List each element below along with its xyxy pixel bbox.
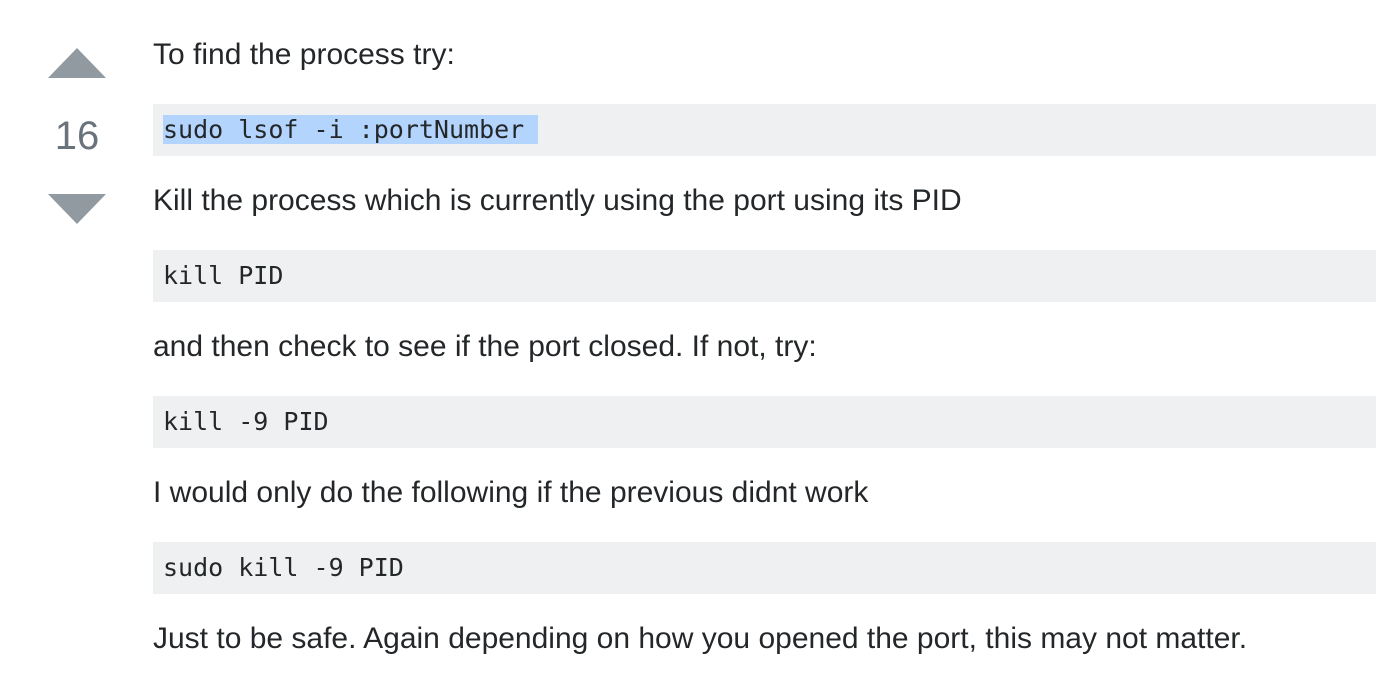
selected-code-text[interactable]: sudo lsof -i :portNumber bbox=[163, 115, 539, 144]
answer: 16 To find the process try: sudo lsof -i… bbox=[0, 0, 1376, 678]
code-block-sudo-kill: sudo kill -9 PID bbox=[153, 542, 1376, 594]
code-block-kill: kill PID bbox=[153, 250, 1376, 302]
paragraph-check-port: and then check to see if the port closed… bbox=[153, 330, 817, 363]
code-block-kill-9: kill -9 PID bbox=[153, 396, 1376, 448]
vote-up-arrow-icon[interactable] bbox=[48, 48, 106, 78]
paragraph-find-process: To find the process try: bbox=[153, 38, 455, 71]
paragraph-kill-process: Kill the process which is currently usin… bbox=[153, 184, 962, 217]
vote-count: 16 bbox=[54, 114, 100, 158]
paragraph-just-to-be-safe: Just to be safe. Again depending on how … bbox=[153, 622, 1248, 655]
code-block-lsof: sudo lsof -i :portNumber bbox=[153, 104, 1376, 156]
paragraph-only-if: I would only do the following if the pre… bbox=[153, 476, 869, 509]
vote-down-arrow-icon[interactable] bbox=[48, 194, 106, 224]
